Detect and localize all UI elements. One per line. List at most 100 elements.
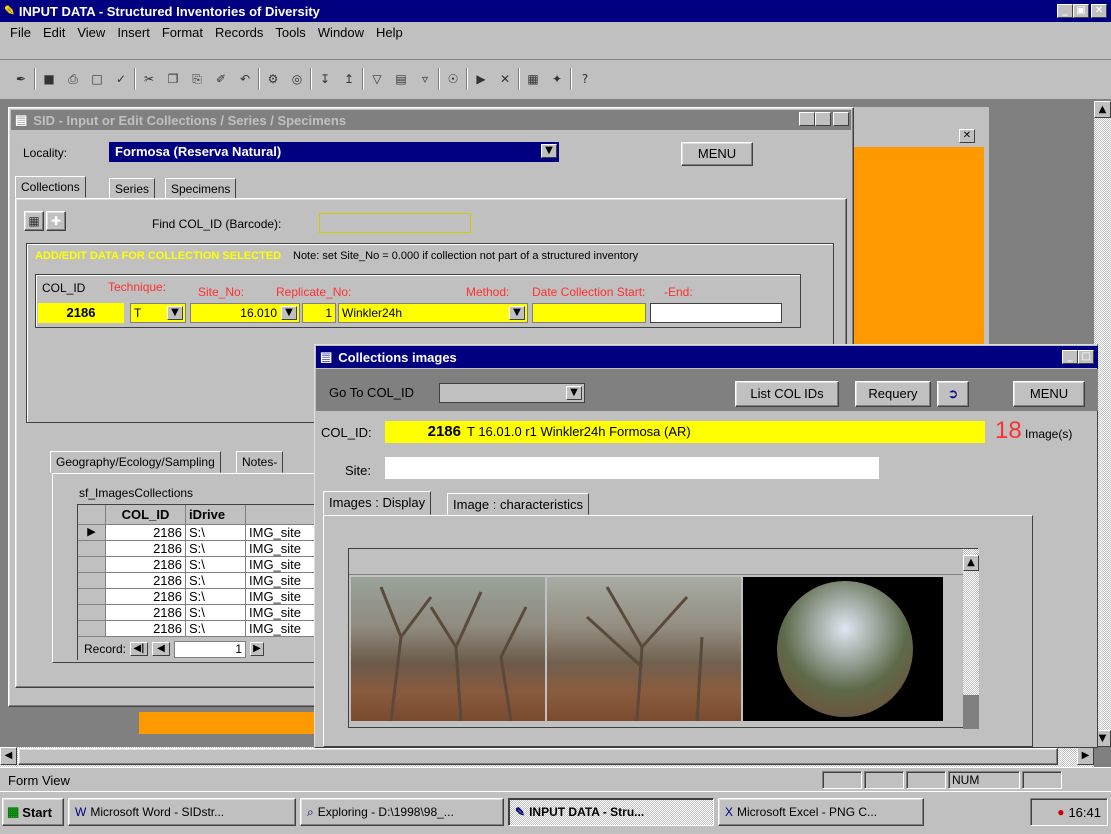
paste-icon[interactable]: ⎘ — [186, 68, 208, 90]
site-no-dropdown-icon[interactable]: ▼ — [281, 306, 297, 320]
app-restore-button[interactable]: ▣ — [1073, 4, 1089, 18]
menu-item-insert[interactable]: Insert — [117, 25, 150, 40]
new-object-icon[interactable]: ✦ — [546, 68, 568, 90]
new-record-icon[interactable]: ▶ — [470, 68, 492, 90]
menu-item-view[interactable]: View — [77, 25, 105, 40]
site-photo-3[interactable] — [743, 577, 943, 721]
first-record-icon[interactable]: ◀| — [130, 642, 149, 656]
col-id-field[interactable]: 2186 — [38, 303, 124, 323]
scroll-left-button[interactable]: ◀ — [0, 747, 17, 765]
tab-specimens[interactable]: Specimens — [165, 178, 237, 200]
exit-door-icon[interactable]: ➲ — [937, 381, 969, 407]
colid-description-field[interactable]: 2186 T 16.01.0 r1 Winkler24h Formosa (AR) — [385, 421, 985, 443]
new-record-icon[interactable]: ✚ — [46, 211, 66, 231]
sort-descending-icon[interactable]: ↥ — [338, 68, 360, 90]
grid-cell-name[interactable]: IMG_site — [246, 557, 318, 573]
scroll-thumb[interactable] — [18, 748, 1058, 765]
design-view-icon[interactable]: ✒ — [10, 68, 32, 90]
menu-item-window[interactable]: Window — [318, 25, 364, 40]
help-icon[interactable]: ? — [574, 68, 596, 90]
images-grid[interactable]: COL_ID iDrive ▶ 2186 S:\ IMG_site 2186 S:\ IMG… — [77, 504, 318, 660]
date-end-field[interactable] — [650, 303, 782, 323]
record-number-field[interactable]: 1 — [174, 640, 247, 658]
copy-icon[interactable]: ❐ — [162, 68, 184, 90]
tab-series[interactable]: Series — [109, 178, 156, 200]
start-button[interactable]: ▦ Start — [2, 798, 64, 826]
technique-dropdown-icon[interactable]: ▼ — [167, 306, 183, 320]
datasheet-view-icon[interactable]: ▦ — [24, 211, 44, 231]
taskbar-item[interactable]: W Microsoft Word - SIDstr... — [68, 798, 296, 826]
viewer-scroll-thumb[interactable] — [963, 695, 979, 729]
images-menu-button[interactable]: MENU — [1013, 381, 1085, 407]
format-painter-icon[interactable]: ✐ — [210, 68, 232, 90]
taskbar-item[interactable]: ✎ INPUT DATA - Stru... — [508, 798, 714, 826]
grid-cell-col-id[interactable]: 2186 — [106, 573, 186, 589]
method-combo[interactable]: Winkler24h ▼ — [338, 303, 528, 323]
menu-item-tools[interactable]: Tools — [275, 25, 305, 40]
sid-minimize-button[interactable]: _ — [799, 112, 815, 126]
site-field[interactable] — [385, 457, 879, 479]
grid-cell-name[interactable]: IMG_site — [246, 605, 318, 621]
tab-images-display[interactable]: Images : Display — [323, 491, 432, 515]
image-viewer-scrollbar[interactable]: ▲ — [963, 549, 979, 729]
grid-cell-col-id[interactable]: 2186 — [106, 557, 186, 573]
goto-dropdown-icon[interactable]: ▼ — [566, 386, 582, 400]
row-selector[interactable]: ▶ — [78, 525, 106, 541]
viewer-scroll-up-button[interactable]: ▲ — [963, 555, 979, 571]
taskbar-item[interactable]: ⌕ Exploring - D:\1998\98_... — [300, 798, 504, 826]
grid-cell-name[interactable]: IMG_site — [246, 541, 318, 557]
web-toolbar-icon[interactable]: ◎ — [286, 68, 308, 90]
menu-item-help[interactable]: Help — [376, 25, 403, 40]
grid-cell-name[interactable]: IMG_site — [246, 621, 318, 637]
tray-icons[interactable]: ● — [1057, 805, 1064, 819]
date-start-field[interactable] — [532, 303, 646, 323]
prev-record-icon[interactable]: ◀ — [152, 642, 171, 656]
row-selector[interactable] — [78, 557, 106, 573]
mdi-horizontal-scrollbar[interactable]: ◀ ▶ — [0, 747, 1094, 767]
menu-item-file[interactable]: File — [10, 25, 31, 40]
print-icon[interactable]: ⎙ — [62, 68, 84, 90]
site-no-combo[interactable]: 16.010 ▼ — [190, 303, 300, 323]
spell-check-icon[interactable]: ✓ — [110, 68, 132, 90]
find-icon[interactable]: ☉ — [442, 68, 464, 90]
requery-button[interactable]: Requery — [855, 381, 931, 407]
app-minimize-button[interactable]: _ — [1057, 4, 1073, 18]
database-window-icon[interactable]: ▦ — [522, 68, 544, 90]
grid-cell-drive[interactable]: S:\ — [186, 589, 246, 605]
sid-menu-button[interactable]: MENU — [681, 142, 753, 166]
next-record-icon[interactable]: ▶ — [250, 642, 265, 656]
background-form-close-button[interactable]: ✕ — [959, 129, 975, 143]
row-selector[interactable] — [78, 573, 106, 589]
grid-header-idrive[interactable]: iDrive — [186, 505, 246, 525]
grid-cell-name[interactable]: IMG_site — [246, 525, 318, 541]
method-dropdown-icon[interactable]: ▼ — [509, 306, 525, 320]
grid-cell-col-id[interactable]: 2186 — [106, 525, 186, 541]
save-icon[interactable]: ■ — [38, 68, 60, 90]
find-colid-input[interactable] — [319, 213, 471, 233]
row-selector[interactable] — [78, 621, 106, 637]
list-colids-button[interactable]: List COL IDs — [735, 381, 839, 407]
replicate-no-field[interactable]: 1 — [302, 303, 336, 323]
grid-cell-col-id[interactable]: 2186 — [106, 605, 186, 621]
goto-colid-combo[interactable]: ▼ — [439, 383, 585, 403]
sid-close-button[interactable]: ✕ — [833, 112, 849, 126]
taskbar-item[interactable]: X Microsoft Excel - PNG C... — [718, 798, 924, 826]
grid-cell-drive[interactable]: S:\ — [186, 605, 246, 621]
app-close-button[interactable]: ✕ — [1091, 4, 1107, 18]
sort-ascending-icon[interactable]: ↧ — [314, 68, 336, 90]
menu-item-edit[interactable]: Edit — [43, 25, 65, 40]
apply-filter-icon[interactable]: ▿ — [414, 68, 436, 90]
grid-cell-drive[interactable]: S:\ — [186, 573, 246, 589]
tab-geography[interactable]: Geography/Ecology/Sampling — [50, 451, 221, 473]
locality-combo[interactable]: Formosa (Reserva Natural) ▼ — [109, 142, 559, 162]
grid-cell-name[interactable]: IMG_site — [246, 589, 318, 605]
grid-header-col-id[interactable]: COL_ID — [106, 505, 186, 525]
filter-by-selection-icon[interactable]: ▽ — [366, 68, 388, 90]
delete-record-icon[interactable]: ✕ — [494, 68, 516, 90]
technique-combo[interactable]: T ▼ — [130, 303, 186, 323]
grid-cell-col-id[interactable]: 2186 — [106, 621, 186, 637]
sid-maximize-button[interactable]: □ — [815, 112, 831, 126]
undo-icon[interactable]: ↶ — [234, 68, 256, 90]
row-selector[interactable] — [78, 589, 106, 605]
grid-cell-drive[interactable]: S:\ — [186, 621, 246, 637]
